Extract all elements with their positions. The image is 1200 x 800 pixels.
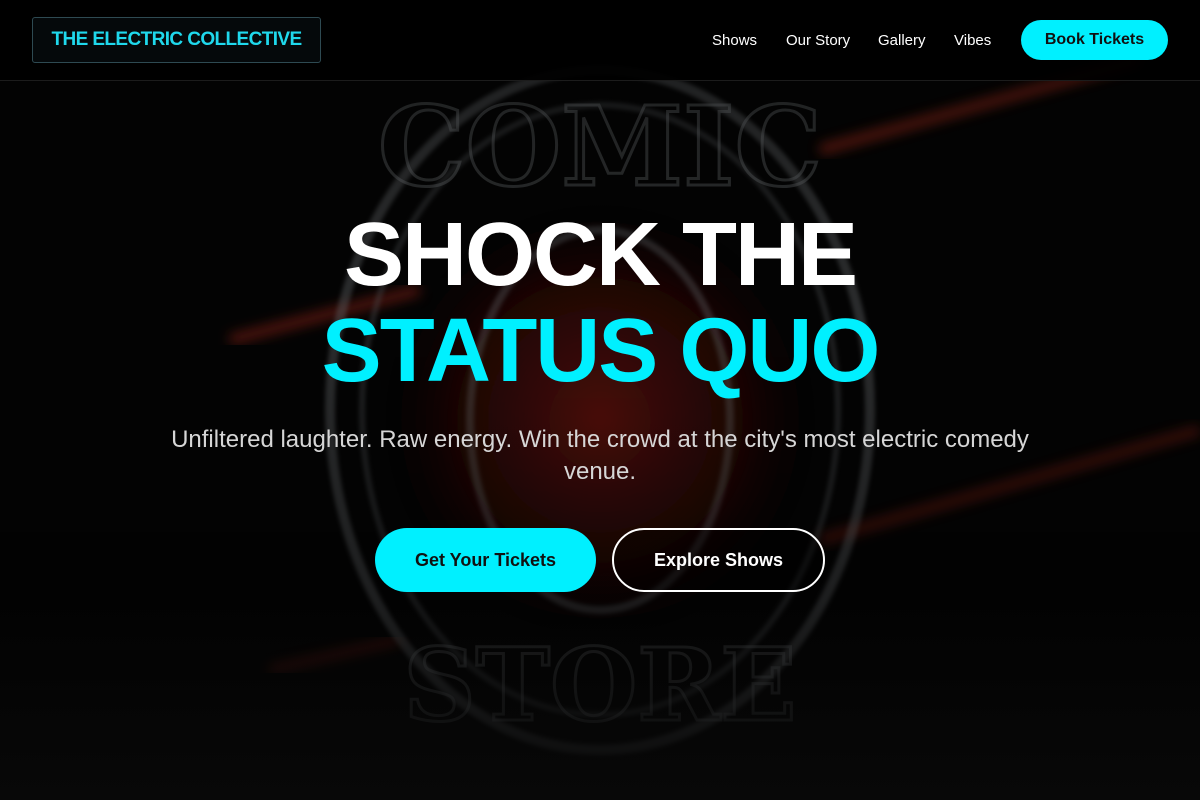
nav-link-gallery[interactable]: Gallery [878, 32, 926, 49]
hero-subtitle: Unfiltered laughter. Raw energy. Win the… [171, 426, 1029, 485]
hero-title-line1: SHOCK THE [343, 205, 858, 305]
nav-link-our-story[interactable]: Our Story [786, 32, 850, 49]
nav-link-vibes[interactable]: Vibes [954, 32, 991, 49]
logo[interactable]: THE ELECTRIC COLLECTIVE [32, 17, 321, 63]
hero-title-line2: STATUS QUO [321, 301, 881, 401]
explore-shows-button[interactable]: Explore Shows [612, 528, 825, 592]
get-tickets-button[interactable]: Get Your Tickets [375, 528, 596, 592]
nav-link-shows[interactable]: Shows [712, 32, 757, 49]
hero-section: SHOCK THE STATUS QUO Unfiltered laughter… [0, 81, 1200, 800]
site-header: THE ELECTRIC COLLECTIVE Shows Our Story … [0, 0, 1200, 81]
book-tickets-button[interactable]: Book Tickets [1021, 20, 1168, 60]
